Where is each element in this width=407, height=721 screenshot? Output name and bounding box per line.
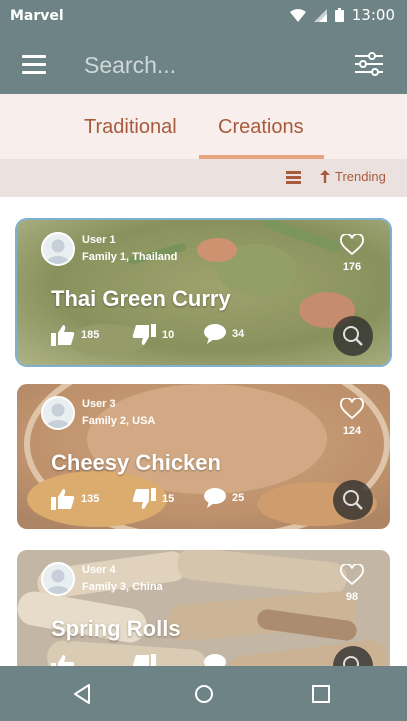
system-nav-bar	[0, 666, 407, 721]
favorite-count: 176	[342, 261, 362, 273]
wifi-icon	[289, 8, 306, 22]
favorite-count: 98	[345, 591, 359, 603]
avatar[interactable]	[41, 562, 75, 596]
tab-traditional[interactable]: Traditional	[84, 116, 177, 139]
comment-count: 25	[232, 492, 245, 504]
user-name[interactable]: User 1	[82, 234, 116, 246]
trending-label: Trending	[335, 169, 386, 184]
search-input[interactable]	[84, 48, 324, 82]
comment-icon	[204, 488, 226, 508]
status-time: 13:00	[351, 6, 395, 24]
thumbs-up-icon	[51, 325, 75, 346]
thumbs-down-button[interactable]: 15	[132, 488, 174, 510]
magnifier-button[interactable]	[333, 316, 373, 356]
recipe-card[interactable]: User 1 Family 1, Thailand 176 Thai Green…	[17, 220, 390, 365]
user-name[interactable]: User 4	[82, 564, 116, 576]
tab-creations[interactable]: Creations	[218, 116, 304, 139]
dish-title: Cheesy Chicken	[51, 450, 221, 475]
thumbs-down-button[interactable]: 10	[132, 324, 174, 346]
filter-sliders-icon[interactable]	[353, 50, 385, 78]
heart-icon[interactable]	[340, 234, 364, 256]
hamburger-menu-icon[interactable]	[22, 55, 46, 75]
thumbs-up-button[interactable]: 185	[51, 324, 99, 346]
thumbs-down-icon	[132, 488, 156, 509]
list-view-icon[interactable]	[286, 171, 301, 184]
dish-title: Spring Rolls	[51, 616, 181, 641]
comment-count: 34	[232, 328, 245, 340]
recipe-card[interactable]: User 4 Family 3, China 98 Spring Rolls	[17, 550, 390, 667]
arrow-up-icon	[320, 170, 330, 183]
avatar[interactable]	[41, 396, 75, 430]
recent-apps-square-icon[interactable]	[309, 682, 333, 706]
thumbs-down-count: 10	[162, 329, 175, 341]
user-family-location: Family 3, China	[82, 581, 163, 593]
card-stats: 135 15 25	[51, 488, 271, 510]
home-circle-icon[interactable]	[192, 682, 216, 706]
status-icons: 13:00	[289, 6, 395, 24]
app-bar	[0, 34, 407, 94]
magnifier-button[interactable]	[333, 480, 373, 520]
trending-sort-button[interactable]: Trending	[320, 169, 386, 184]
thumbs-up-count: 135	[81, 493, 100, 505]
thumbs-down-count: 15	[162, 493, 175, 505]
thumbs-down-icon	[132, 324, 156, 345]
comment-button[interactable]: 25	[204, 488, 244, 508]
status-bar: Marvel 13:00	[0, 0, 407, 34]
favorite-count: 124	[342, 425, 362, 437]
thumbs-up-button[interactable]: 135	[51, 488, 99, 510]
comment-button[interactable]: 34	[204, 324, 244, 344]
category-tabs: Traditional Creations	[0, 94, 407, 159]
dish-title: Thai Green Curry	[51, 286, 231, 311]
avatar[interactable]	[41, 232, 75, 266]
sort-bar: Trending	[0, 159, 407, 197]
signal-icon	[313, 8, 327, 22]
heart-icon[interactable]	[340, 564, 364, 586]
thumbs-up-count: 185	[81, 329, 100, 341]
user-family-location: Family 1, Thailand	[82, 251, 178, 263]
recipe-feed[interactable]: User 1 Family 1, Thailand 176 Thai Green…	[0, 197, 407, 667]
heart-icon[interactable]	[340, 398, 364, 420]
battery-icon	[334, 8, 344, 22]
user-name[interactable]: User 3	[82, 398, 116, 410]
thumbs-up-icon	[51, 489, 75, 510]
magnifier-icon	[343, 490, 363, 510]
comment-icon	[204, 324, 226, 344]
card-stats: 185 10 34	[51, 324, 271, 346]
carrier-name: Marvel	[10, 8, 64, 24]
magnifier-icon	[343, 326, 363, 346]
recipe-card[interactable]: User 3 Family 2, USA 124 Cheesy Chicken …	[17, 384, 390, 529]
back-triangle-icon[interactable]	[71, 682, 95, 706]
user-family-location: Family 2, USA	[82, 415, 156, 427]
